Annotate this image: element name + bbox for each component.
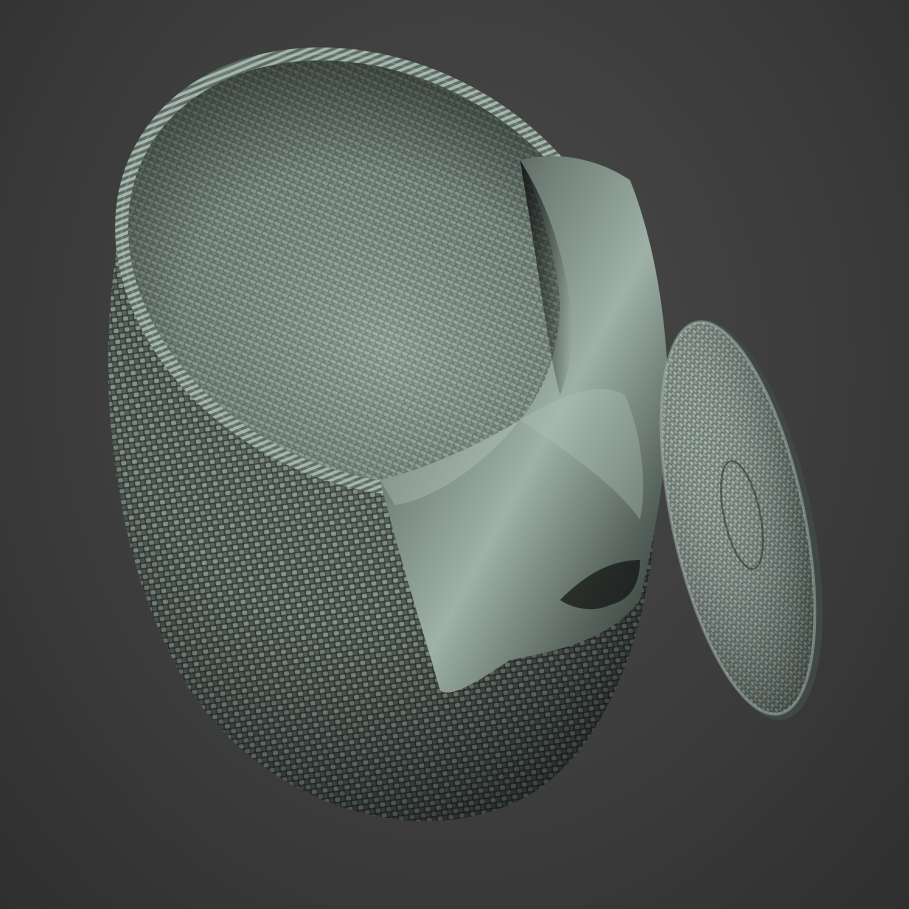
woven-lid[interactable] bbox=[631, 306, 853, 734]
scene-render bbox=[108, 47, 853, 822]
3d-viewport[interactable] bbox=[0, 0, 909, 909]
